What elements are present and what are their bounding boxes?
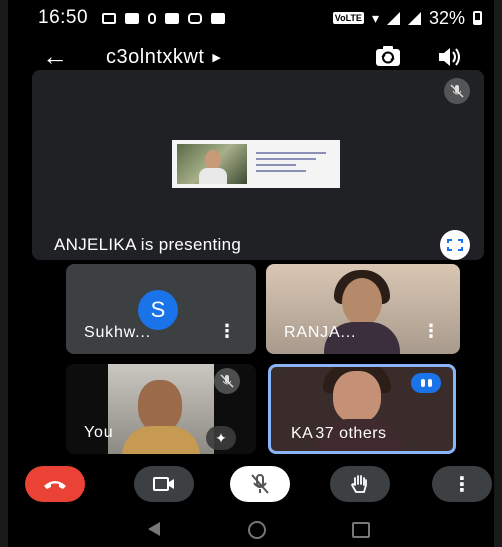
fullscreen-icon[interactable] [440, 230, 470, 260]
battery-percent: 32% [428, 7, 465, 28]
signal-icon-2 [407, 11, 421, 25]
camera-button[interactable] [134, 466, 194, 502]
instagram-notification-icon [188, 12, 203, 24]
signal-icon-1 [386, 11, 400, 25]
mic-notification-icon [148, 12, 157, 24]
participant-name: Sukhw... [84, 324, 151, 341]
speaker-icon[interactable] [436, 44, 462, 70]
system-nav-bar [8, 510, 494, 547]
camera-notification-icon [125, 12, 140, 24]
shared-slide [172, 140, 340, 188]
screen-cast-icon [102, 12, 117, 24]
more-options-button[interactable]: ⋮ [432, 466, 492, 502]
message-notification-icon [211, 12, 226, 24]
hangup-button[interactable] [25, 466, 85, 502]
battery-icon [473, 11, 482, 25]
more-vert-icon[interactable]: ⋮ [422, 321, 440, 342]
participant-tile-others[interactable]: KA 37 others [268, 364, 456, 454]
slide-text [256, 152, 334, 176]
mic-off-icon [251, 474, 269, 494]
meeting-code: c3olntxkwt [106, 46, 205, 68]
others-label: KA 37 others [291, 425, 387, 442]
chevron-right-icon: ▶ [212, 52, 222, 64]
nav-recents-icon[interactable] [352, 522, 370, 538]
self-video [108, 364, 214, 454]
sparkle-effects-icon[interactable]: ✦ [206, 426, 236, 450]
more-vert-icon[interactable]: ⋮ [218, 321, 236, 342]
phone-screen: 16:50 VoLTE ▾ 32% ← c3olntxkwt ▶ ANJELIK… [8, 0, 494, 547]
status-bar: 16:50 VoLTE ▾ 32% [8, 0, 494, 36]
notification-icons [102, 12, 226, 24]
raise-hand-icon [350, 475, 367, 493]
back-arrow-icon[interactable]: ← [42, 41, 68, 72]
self-mic-off-icon [214, 368, 240, 394]
meeting-title[interactable]: c3olntxkwt ▶ [106, 46, 221, 69]
participant-name: You [84, 424, 114, 441]
nav-back-icon[interactable] [148, 522, 160, 536]
raise-hand-button[interactable] [330, 466, 390, 502]
status-right-icons: VoLTE ▾ 32% [332, 7, 482, 29]
camera-icon [153, 477, 174, 491]
slide-photo [177, 144, 247, 184]
volte-icon: VoLTE [332, 12, 364, 24]
presentation-tile[interactable]: ANJELIKA is presenting [32, 70, 484, 260]
speaking-indicator-icon [411, 373, 441, 393]
more-vert-icon: ⋮ [452, 473, 472, 496]
participant-tile-sukhw[interactable]: S Sukhw... ⋮ [66, 264, 256, 354]
participant-name: RANJA... [284, 324, 357, 341]
presenter-mic-off-icon [444, 78, 470, 104]
hangup-icon [44, 481, 66, 489]
switch-camera-icon[interactable] [374, 44, 402, 70]
mic-button[interactable] [230, 466, 290, 502]
participant-tile-ranja[interactable]: RANJA... ⋮ [266, 264, 460, 354]
presenting-label: ANJELIKA is presenting [54, 235, 242, 254]
gallery-notification-icon [165, 12, 180, 24]
wifi-icon: ▾ [371, 9, 379, 26]
status-time: 16:50 [38, 7, 89, 28]
participant-tile-you[interactable]: You ✦ [66, 364, 256, 454]
nav-home-icon[interactable] [248, 521, 266, 539]
